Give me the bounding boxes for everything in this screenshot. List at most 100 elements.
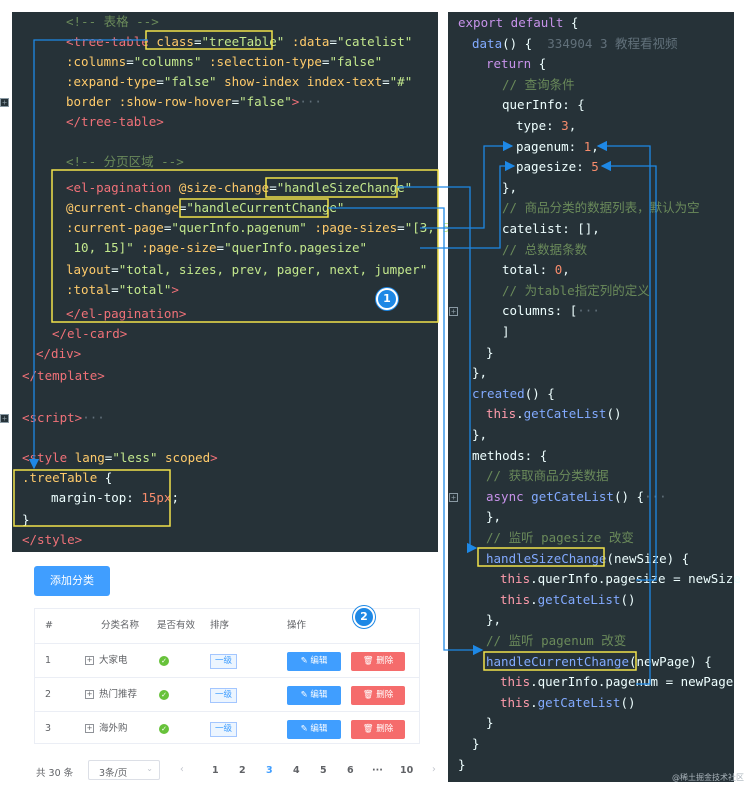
page-number[interactable]: 10	[400, 765, 413, 776]
page-number[interactable]: 4	[293, 765, 300, 776]
table-row: 3 + 海外购 ✓ 一级 ✎ 编辑 🗑 删除	[35, 711, 419, 745]
left-code-line: <tree-table class="treeTable" :data="cat…	[66, 34, 413, 49]
left-code-line: :current-page="querInfo.pagenum" :page-s…	[66, 220, 458, 235]
edit-label: 编辑	[310, 656, 328, 666]
edit-label: 编辑	[310, 690, 328, 700]
right-code-line: return {	[486, 56, 547, 72]
left-code-line: <!-- 表格 -->	[66, 14, 159, 29]
header-actions: 操作	[287, 620, 307, 631]
row-index: 2	[45, 689, 52, 700]
page-number[interactable]: 2	[239, 765, 246, 776]
left-code-line: <el-pagination @size-change="handleSizeC…	[66, 180, 413, 195]
edit-label: 编辑	[310, 724, 328, 734]
right-code-line: // 为table指定列的定义	[502, 282, 650, 298]
right-code-line: // 监听 pagesize 改变	[486, 530, 634, 545]
fold-toggle-icon[interactable]: +	[0, 98, 9, 107]
fold-toggle-icon[interactable]: +	[0, 414, 9, 423]
page-number[interactable]: ···	[372, 765, 383, 776]
delete-label: 删除	[376, 656, 394, 666]
right-code-line: pagesize: 5	[516, 159, 599, 175]
page-number[interactable]: 6	[347, 765, 354, 776]
edit-icon: ✎	[300, 690, 311, 700]
expand-icon[interactable]: +	[85, 724, 94, 733]
right-code-line: // 监听 pagenum 改变	[486, 633, 627, 648]
next-page-icon[interactable]: ›	[432, 764, 436, 775]
right-code-line: total: 0,	[502, 262, 570, 278]
page-size-value: 3条/页	[99, 768, 128, 779]
right-code-line: }	[486, 715, 494, 731]
row-index: 3	[45, 723, 52, 734]
right-code-line: handleCurrentChange(newPage) {	[486, 653, 712, 669]
left-code-editor: <!-- 表格 --> <tree-table class="treeTable"…	[0, 12, 457, 552]
right-code-line: querInfo: {	[502, 97, 585, 113]
right-code-line: },	[486, 612, 502, 628]
right-code-editor: export default { data() { 334904 3 教程看视频 r…	[448, 12, 741, 782]
page-size-select[interactable]: 3条/页 ⌄	[88, 760, 160, 780]
right-code-line: catelist: [],	[502, 221, 600, 236]
right-code-line: // 获取商品分类数据	[486, 468, 609, 484]
row-category-name: 大家电	[99, 655, 128, 666]
page-number[interactable]: 5	[320, 765, 327, 776]
right-code-line: columns: [···	[502, 303, 600, 319]
left-code-line: }	[22, 512, 30, 527]
prev-page-icon[interactable]: ‹	[180, 764, 184, 775]
left-code-line: :columns="columns" :selection-type="fals…	[66, 54, 383, 69]
right-code-line: pagenum: 1,	[516, 138, 599, 154]
delete-button[interactable]: 🗑 删除	[351, 686, 405, 705]
trash-icon: 🗑	[362, 724, 377, 734]
delete-label: 删除	[376, 724, 394, 734]
left-code-line: </el-pagination>	[66, 306, 187, 321]
expand-icon[interactable]: +	[85, 656, 94, 665]
right-code-line: ]	[502, 324, 510, 339]
table-row: 2 + 热门推荐 ✓ 一级 ✎ 编辑 🗑 删除	[35, 677, 419, 711]
left-code-line: </style>	[22, 532, 83, 547]
row-index: 1	[45, 655, 52, 666]
delete-button[interactable]: 🗑 删除	[351, 720, 405, 739]
valid-check-icon: ✓	[159, 656, 169, 666]
left-code-line: :total="total">	[66, 282, 179, 297]
header-index: #	[45, 620, 53, 631]
step-badge-1: 1	[376, 288, 398, 310]
left-code-line: <style lang="less" scoped>	[22, 450, 218, 465]
right-code-line: this.getCateList()	[486, 406, 622, 422]
fold-toggle-icon[interactable]: +	[449, 307, 458, 317]
right-code-line: // 商品分类的数据列表，默认为空	[502, 200, 700, 216]
add-category-button[interactable]: 添加分类	[34, 566, 110, 596]
edit-icon: ✎	[300, 724, 311, 734]
right-code-line: },	[486, 509, 502, 525]
step-badge-2: 2	[353, 606, 375, 628]
right-code-line: }	[472, 736, 480, 751]
chevron-down-icon: ⌄	[146, 764, 153, 773]
edit-icon: ✎	[300, 656, 311, 666]
left-code-line: layout="total, sizes, prev, pager, next,…	[66, 262, 428, 277]
trash-icon: 🗑	[362, 690, 377, 700]
left-code-line: 10, 15]" :page-size="querInfo.pagesize"	[66, 240, 368, 255]
right-code-line: export default {	[458, 15, 579, 30]
level-tag: 一级	[210, 722, 238, 737]
right-code-line: this.querInfo.pagesize = newSize	[500, 571, 741, 587]
expand-icon[interactable]: +	[85, 690, 94, 699]
edit-button[interactable]: ✎ 编辑	[287, 686, 341, 705]
right-code-line: },	[502, 179, 518, 195]
valid-check-icon: ✓	[159, 690, 169, 700]
right-code-line: data() { 334904 3 教程看视频	[472, 35, 678, 51]
delete-label: 删除	[376, 690, 394, 700]
row-category-name: 海外购	[99, 723, 128, 734]
pager-total: 共 30 条	[36, 768, 74, 779]
fold-toggle-icon[interactable]: +	[449, 492, 458, 502]
left-code-line: <!-- 分页区域 -->	[66, 154, 184, 169]
right-code-line: handleSizeChange(newSize) {	[486, 550, 690, 566]
left-code-line: :expand-type="false" show-index index-te…	[66, 74, 413, 89]
right-code-line: async getCateList() {···	[486, 488, 667, 504]
delete-button[interactable]: 🗑 删除	[351, 652, 405, 671]
page-number[interactable]: 3	[266, 765, 273, 776]
edit-button[interactable]: ✎ 编辑	[287, 652, 341, 671]
page-number[interactable]: 1	[212, 765, 219, 776]
table-row: 1 + 大家电 ✓ 一级 ✎ 编辑 🗑 删除	[35, 643, 419, 677]
left-code-line: @current-change="handleCurrentChange"	[66, 200, 345, 215]
right-code-line: // 查询条件	[502, 76, 575, 92]
left-code-line: margin-top: 15px;	[36, 490, 179, 505]
edit-button[interactable]: ✎ 编辑	[287, 720, 341, 739]
watermark: @稀土掘金技术社区	[672, 773, 744, 782]
right-code-line: },	[472, 365, 488, 381]
